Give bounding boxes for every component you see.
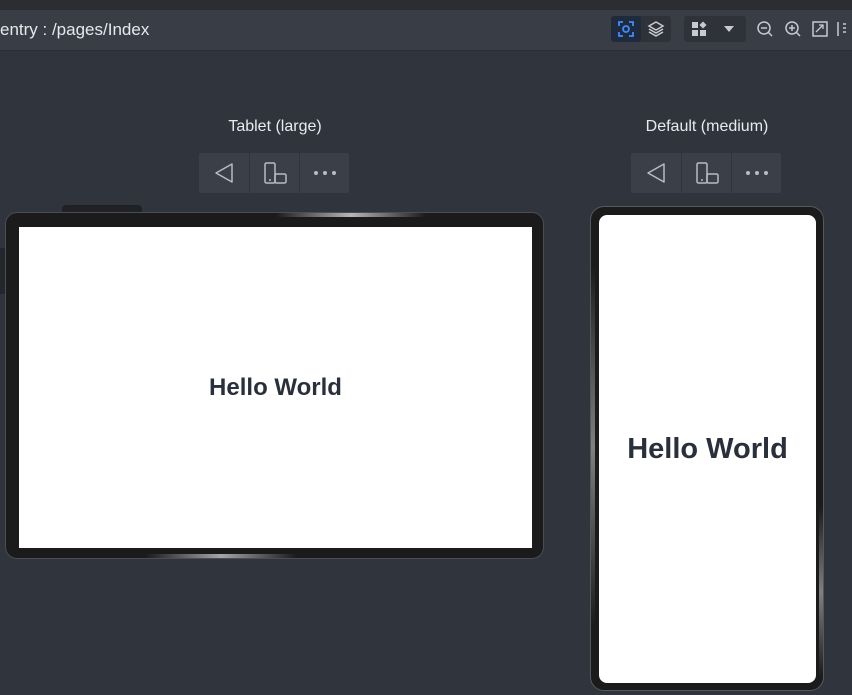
hello-world-text: Hello World [627, 432, 788, 465]
default-device-label: Default (medium) [645, 118, 769, 135]
components-dropdown[interactable] [714, 16, 744, 42]
zoom-in-button[interactable] [780, 16, 806, 42]
layers-icon [647, 21, 665, 37]
tablet-device-label: Tablet (large) [228, 118, 322, 135]
hello-world-text: Hello World [209, 373, 342, 401]
default-rotate-button[interactable] [681, 153, 731, 193]
zoom-in-icon [785, 21, 801, 37]
ruler-icon [837, 22, 846, 36]
view-mode-group [611, 16, 671, 42]
tablet-more-button[interactable] [299, 153, 349, 193]
tablet-frame-highlight [276, 213, 426, 217]
previewer-toolbar: entry : /pages/Index [0, 10, 852, 51]
more-icon [313, 171, 336, 175]
components-group [684, 16, 746, 42]
zoom-out-icon [757, 21, 773, 37]
back-icon [215, 163, 233, 183]
back-icon [647, 163, 665, 183]
tablet-rotate-button[interactable] [249, 153, 299, 193]
default-controls [631, 153, 781, 193]
tablet-device-frame: Hello World [5, 212, 544, 559]
inspect-button[interactable] [611, 16, 641, 42]
inspect-icon [618, 21, 634, 37]
rotate-icon [263, 162, 287, 184]
rotate-icon [695, 162, 719, 184]
tablet-back-button[interactable] [199, 153, 249, 193]
default-device-frame: Hello World [590, 206, 824, 691]
phone-frame-highlight [819, 507, 823, 677]
default-screen[interactable]: Hello World [599, 215, 816, 683]
fit-screen-button[interactable] [807, 16, 833, 42]
default-back-button[interactable] [631, 153, 681, 193]
tablet-screen[interactable]: Hello World [19, 227, 532, 548]
page-path-title: entry : /pages/Index [0, 20, 150, 39]
more-icon [745, 171, 768, 175]
components-button[interactable] [684, 16, 714, 42]
layers-button[interactable] [641, 16, 671, 42]
zoom-out-button[interactable] [752, 16, 778, 42]
default-more-button[interactable] [731, 153, 781, 193]
preview-canvas: Tablet (large) Hello World Default (medi… [0, 51, 852, 695]
dropdown-icon [724, 26, 734, 32]
fit-screen-icon [812, 21, 828, 37]
phone-frame-highlight [591, 267, 595, 627]
tablet-controls [199, 153, 349, 193]
ruler-button[interactable] [834, 16, 852, 42]
components-icon [692, 21, 707, 36]
tablet-frame-highlight [146, 554, 296, 558]
